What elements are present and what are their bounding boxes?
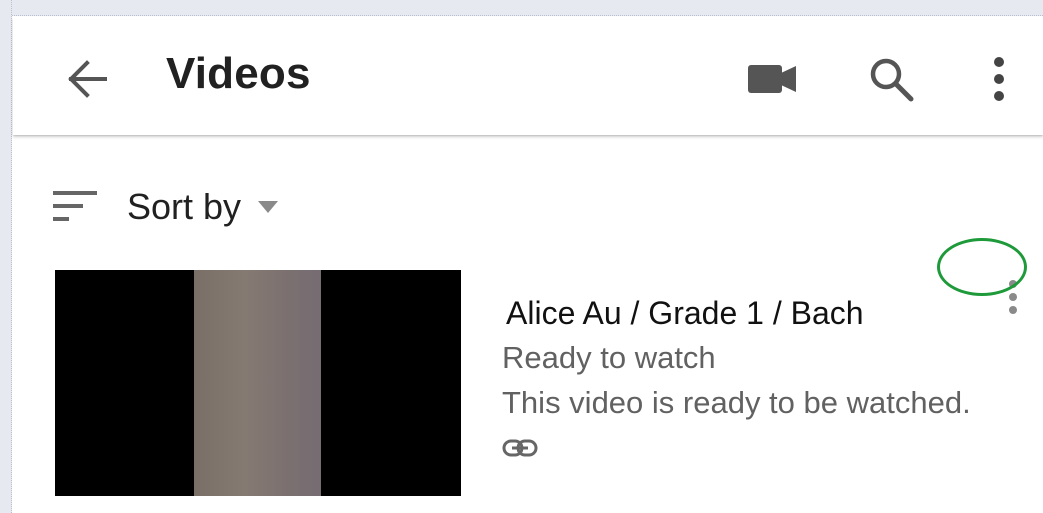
more-vert-icon (994, 57, 1004, 101)
window-frame-top (0, 0, 1043, 16)
video-description: This video is ready to be watched. (502, 385, 971, 420)
sort-by-label: Sort by (127, 186, 242, 227)
app-bar: Videos (13, 17, 1043, 135)
share-link-button[interactable] (502, 432, 542, 464)
video-status: Ready to watch (502, 340, 716, 375)
videocam-icon (748, 65, 796, 93)
video-thumbnail[interactable] (55, 270, 461, 496)
video-title: Alice Au / Grade 1 / Bach (506, 295, 864, 331)
back-button[interactable] (61, 53, 113, 105)
dropdown-caret-icon (258, 201, 279, 213)
search-icon (870, 58, 914, 102)
page-title: Videos (166, 49, 311, 98)
video-more-options-button[interactable] (988, 267, 1038, 327)
videos-screen: Videos Sort by Alice Au / Grade 1 / Bach… (13, 17, 1043, 513)
record-video-button[interactable] (743, 53, 803, 105)
arrow-back-icon (68, 60, 107, 98)
more-options-button[interactable] (979, 49, 1019, 109)
window-frame-left (0, 0, 12, 513)
sort-by-dropdown[interactable]: Sort by (51, 182, 351, 232)
search-button[interactable] (863, 51, 919, 107)
sort-icon (51, 187, 101, 227)
thumbnail-frame (194, 270, 321, 496)
more-vert-icon (1009, 280, 1017, 314)
link-icon (502, 439, 538, 457)
video-list-item[interactable]: Alice Au / Grade 1 / Bach Ready to watch… (13, 267, 1043, 513)
